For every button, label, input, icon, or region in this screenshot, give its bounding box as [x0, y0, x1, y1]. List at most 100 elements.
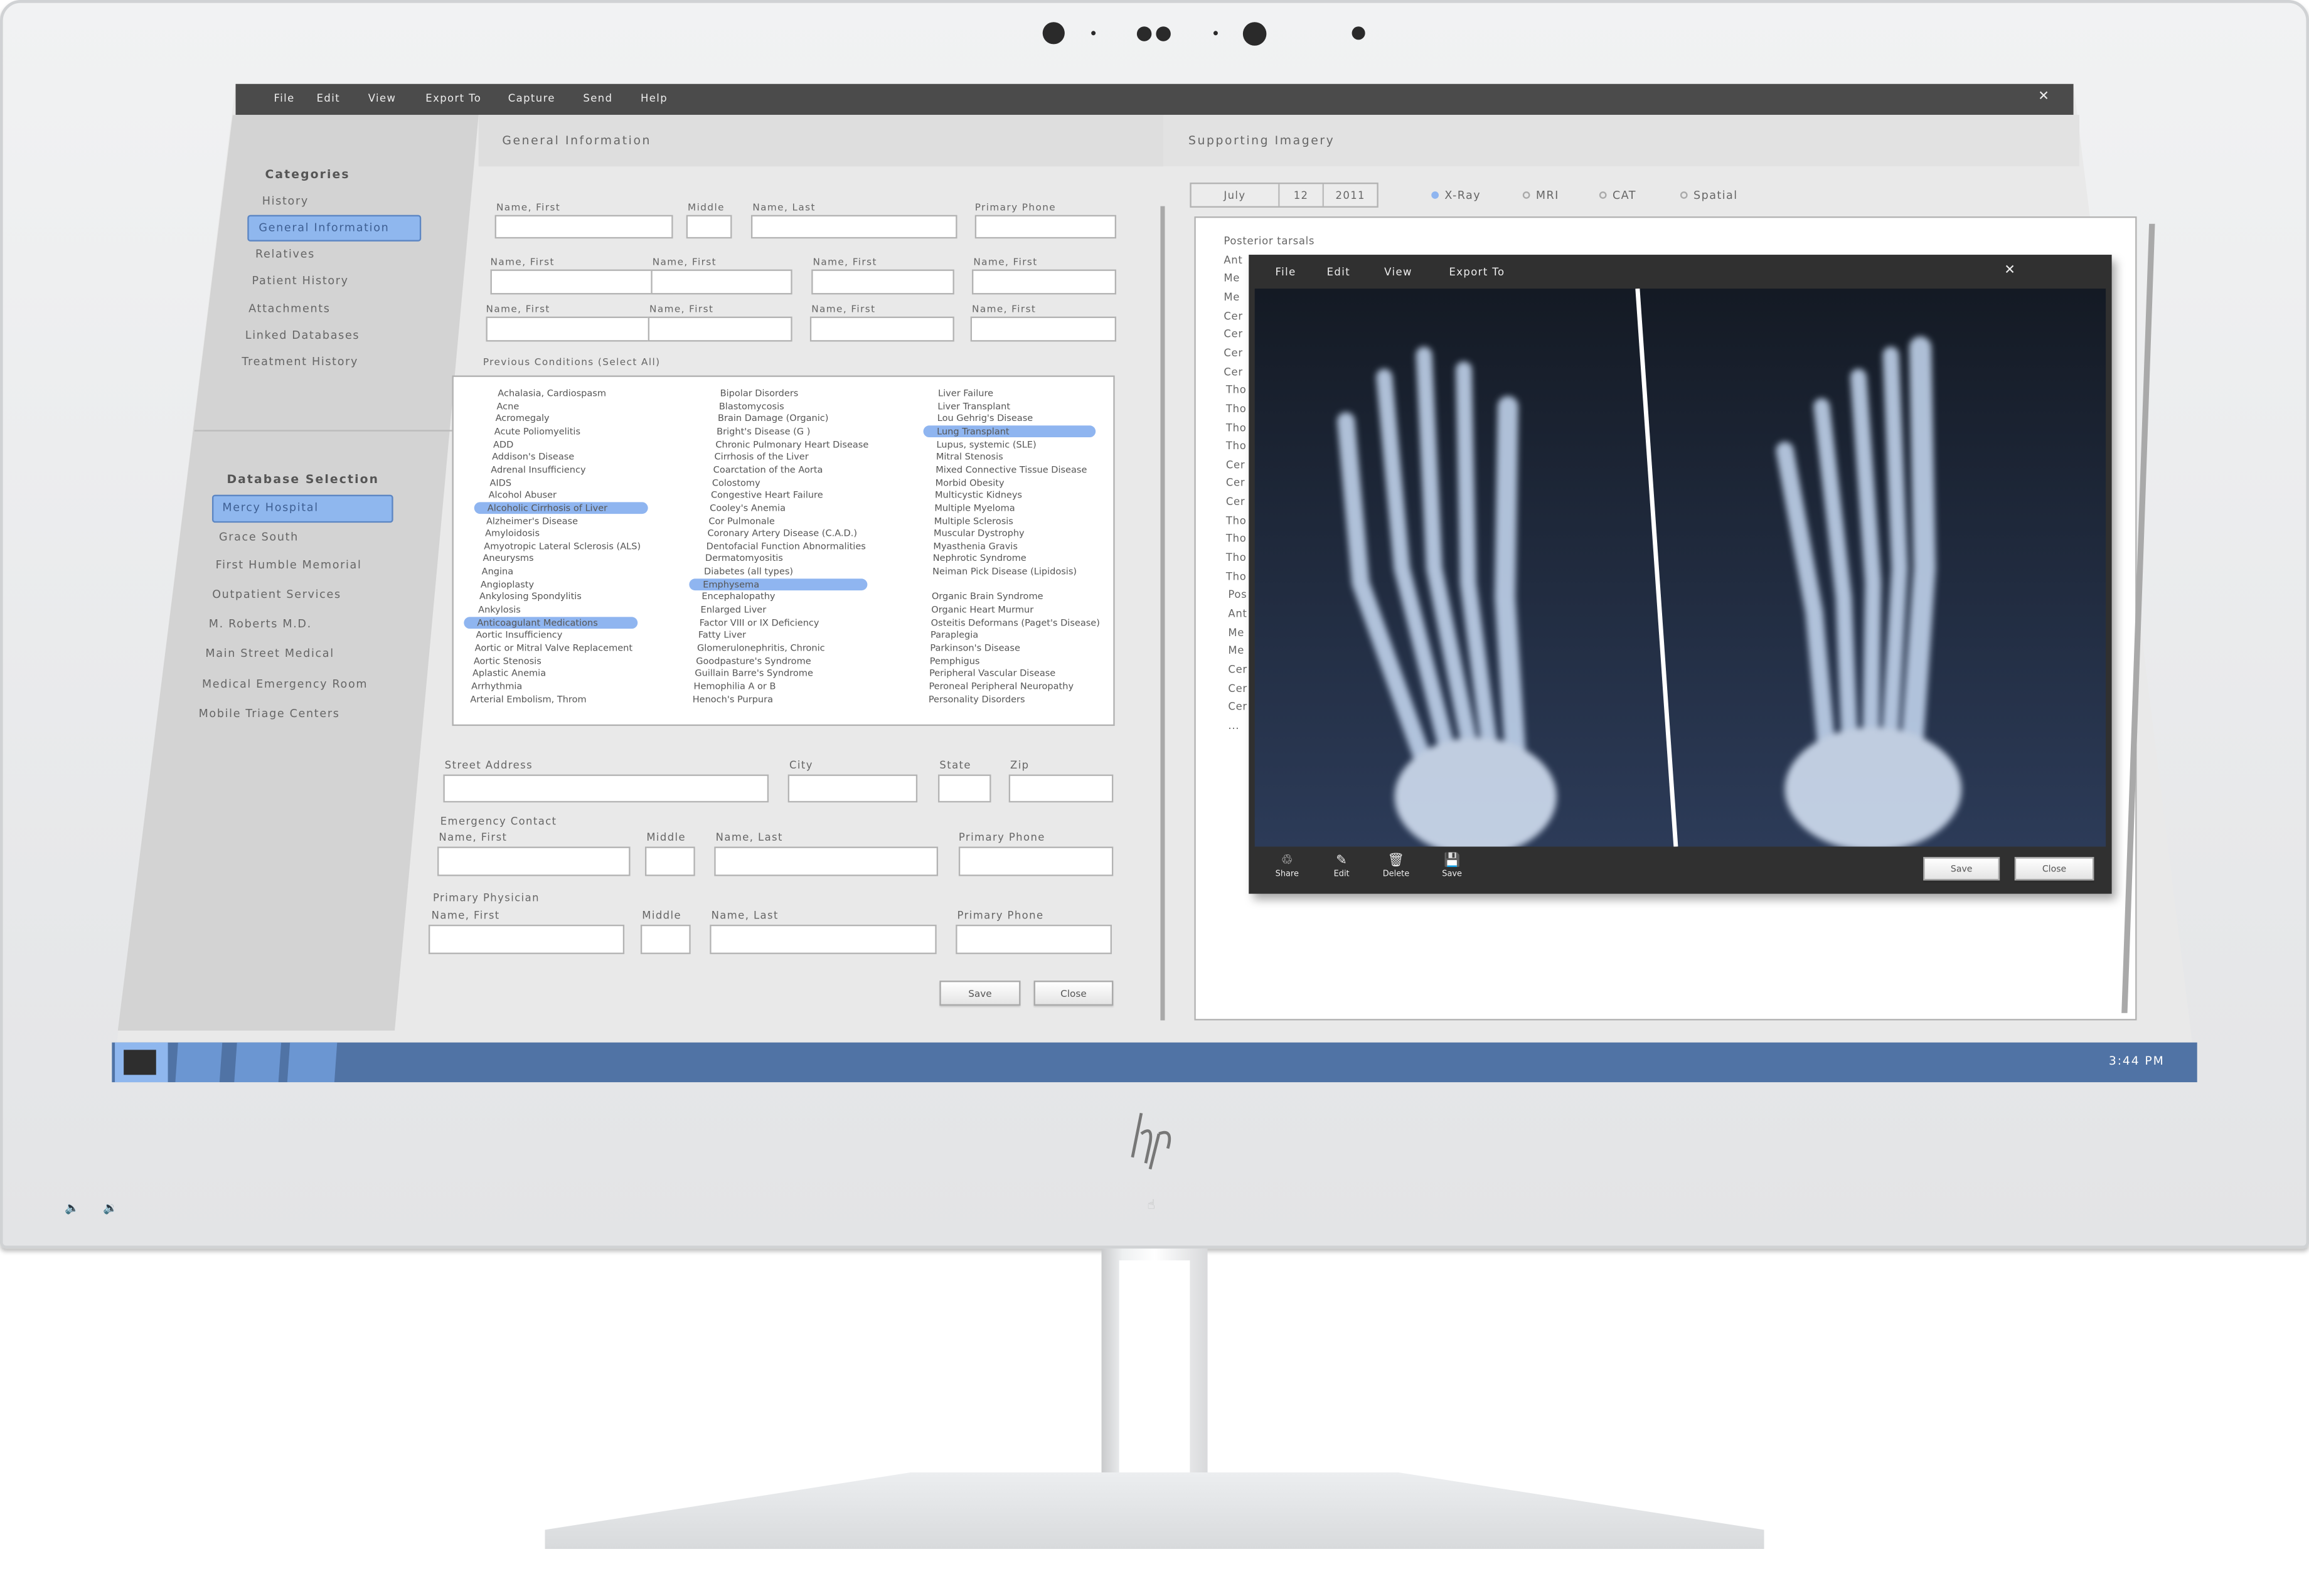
sidebar-item[interactable]: Linked Databases	[245, 328, 360, 341]
condition-item[interactable]: Blastomycosis	[719, 402, 784, 412]
viewer-tool-save[interactable]: 💾 Save	[1430, 854, 1474, 879]
image-list-item[interactable]: Me	[1224, 292, 1240, 304]
text-input[interactable]	[437, 846, 631, 876]
image-list-item[interactable]: Tho	[1226, 440, 1247, 452]
viewer-save-button[interactable]: Save	[1923, 856, 2000, 881]
text-input[interactable]	[956, 924, 1112, 954]
condition-item[interactable]: Organic Heart Murmur	[931, 605, 1033, 615]
menu-help[interactable]: Help	[641, 93, 668, 105]
condition-item[interactable]: Coarctation of the Aorta	[713, 465, 823, 475]
radio-x-ray[interactable]: X-Ray	[1431, 188, 1481, 202]
text-input[interactable]	[972, 269, 1117, 295]
condition-item[interactable]: Liver Failure	[938, 389, 993, 399]
condition-item[interactable]: Amyotropic Lateral Sclerosis (ALS)	[484, 541, 641, 551]
text-input[interactable]	[486, 316, 670, 342]
image-list-item[interactable]: Cer	[1226, 459, 1245, 471]
menu-view[interactable]: View	[368, 93, 397, 105]
condition-item[interactable]: ADD	[493, 440, 513, 450]
condition-item[interactable]: Encephalopathy	[701, 592, 775, 602]
condition-item[interactable]: Neiman Pick Disease (Lipidosis)	[932, 567, 1077, 577]
condition-item[interactable]: Cooley's Anemia	[710, 503, 786, 513]
radio-cat[interactable]: CAT	[1599, 188, 1636, 202]
condition-item[interactable]: Personality Disorders	[929, 694, 1025, 705]
database-item[interactable]: Grace South	[219, 530, 299, 543]
condition-item[interactable]: Fatty Liver	[698, 630, 746, 641]
condition-item[interactable]: Brain Damage (Organic)	[718, 414, 828, 424]
menu-file[interactable]: File	[274, 93, 295, 105]
condition-item[interactable]: Enlarged Liver	[701, 605, 767, 615]
condition-item[interactable]: Hemophilia A or B	[694, 682, 776, 692]
condition-item[interactable]: Mitral Stenosis	[936, 452, 1003, 462]
image-list-item[interactable]: Tho	[1226, 571, 1247, 583]
condition-item[interactable]: Acute Poliomyelitis	[494, 427, 580, 437]
text-input[interactable]	[811, 269, 954, 295]
condition-item[interactable]: Aortic Stenosis	[474, 656, 541, 666]
image-list-item[interactable]: Cer	[1226, 496, 1245, 508]
text-input[interactable]	[648, 316, 792, 342]
image-list-item[interactable]: Tho	[1226, 403, 1247, 415]
condition-item[interactable]: Factor VIII or IX Deficiency	[700, 618, 819, 628]
condition-item[interactable]: Bipolar Disorders	[720, 389, 799, 399]
text-input[interactable]	[644, 846, 695, 876]
database-item[interactable]: Medical Emergency Room	[202, 678, 368, 691]
condition-item[interactable]: Cirrhosis of the Liver	[715, 452, 809, 462]
condition-item[interactable]: Acromegaly	[496, 414, 550, 424]
image-list-item[interactable]: Ant	[1228, 608, 1247, 620]
image-list-item[interactable]: Cer	[1228, 683, 1247, 694]
condition-item[interactable]: Aortic or Mitral Valve Replacement	[475, 644, 632, 654]
database-item[interactable]: Mercy Hospital	[222, 501, 318, 514]
image-list-item[interactable]: Tho	[1226, 422, 1247, 434]
viewer-menu-view[interactable]: View	[1384, 267, 1412, 279]
condition-item[interactable]: Angina	[482, 567, 513, 577]
condition-item[interactable]: Myasthenia Gravis	[933, 541, 1018, 551]
condition-item[interactable]: Lupus, systemic (SLE)	[936, 440, 1036, 450]
condition-item[interactable]: Organic Brain Syndrome	[932, 592, 1043, 602]
condition-item[interactable]: Cor Pulmonale	[708, 516, 774, 526]
database-item[interactable]: Mobile Triage Centers	[199, 707, 340, 720]
viewer-menu-edit[interactable]: Edit	[1327, 267, 1350, 279]
condition-item[interactable]: Achalasia, Cardiospasm	[498, 389, 606, 399]
condition-item[interactable]: Aplastic Anemia	[472, 669, 546, 679]
condition-item[interactable]: Peripheral Vascular Disease	[929, 669, 1055, 679]
condition-item[interactable]: Arterial Embolism, Throm	[470, 694, 586, 705]
image-list-item[interactable]: ...	[1228, 720, 1239, 732]
viewer-close-button[interactable]: Close	[2014, 856, 2094, 881]
condition-item[interactable]: Guillain Barre's Syndrome	[695, 669, 813, 679]
condition-item[interactable]: Peroneal Peripheral Neuropathy	[929, 682, 1074, 692]
viewer-menu-export-to[interactable]: Export To	[1449, 267, 1505, 279]
image-list-item[interactable]: Me	[1224, 273, 1240, 285]
condition-item[interactable]: Osteitis Deformans (Paget's Disease)	[931, 618, 1100, 628]
text-input[interactable]	[974, 215, 1117, 239]
condition-item[interactable]: Parkinson's Disease	[930, 644, 1020, 654]
taskbar-app[interactable]	[287, 1042, 338, 1083]
image-list-item[interactable]: Tho	[1226, 534, 1247, 546]
condition-item[interactable]: Anticoagulant Medications	[477, 618, 597, 628]
text-input[interactable]	[970, 316, 1117, 342]
close-icon[interactable]: ✕	[2038, 90, 2050, 104]
text-input[interactable]	[750, 215, 957, 239]
condition-item[interactable]: Dermatomyositis	[705, 554, 783, 564]
text-input[interactable]	[490, 269, 673, 295]
sidebar-item[interactable]: General Information	[259, 221, 389, 234]
menu-edit[interactable]: Edit	[317, 93, 340, 105]
sidebar-item[interactable]: Patient History	[252, 274, 349, 287]
database-item[interactable]: First Humble Memorial	[216, 558, 362, 572]
condition-item[interactable]: Multiple Myeloma	[934, 503, 1015, 513]
save-button[interactable]: Save	[939, 981, 1021, 1006]
volume-up-icon[interactable]: 🔉	[103, 1201, 117, 1215]
month-field[interactable]: July	[1192, 184, 1280, 206]
database-item[interactable]: M. Roberts M.D.	[209, 617, 312, 630]
taskbar-app[interactable]	[175, 1042, 223, 1083]
condition-item[interactable]: Dentofacial Function Abnormalities	[707, 541, 866, 551]
sidebar-item[interactable]: Relatives	[255, 247, 315, 260]
condition-item[interactable]: Lou Gehrig's Disease	[937, 414, 1033, 424]
panel-scrollbar[interactable]	[1160, 206, 1165, 1021]
image-list-item[interactable]: Cer	[1224, 366, 1242, 378]
condition-item[interactable]: Morbid Obesity	[936, 478, 1005, 488]
image-list-item[interactable]: Ant	[1224, 254, 1242, 266]
taskbar-app[interactable]	[234, 1042, 282, 1083]
condition-item[interactable]: Diabetes (all types)	[704, 567, 793, 577]
text-input[interactable]	[443, 774, 769, 803]
text-input[interactable]	[428, 924, 625, 954]
condition-item[interactable]: Paraplegia	[931, 630, 978, 641]
